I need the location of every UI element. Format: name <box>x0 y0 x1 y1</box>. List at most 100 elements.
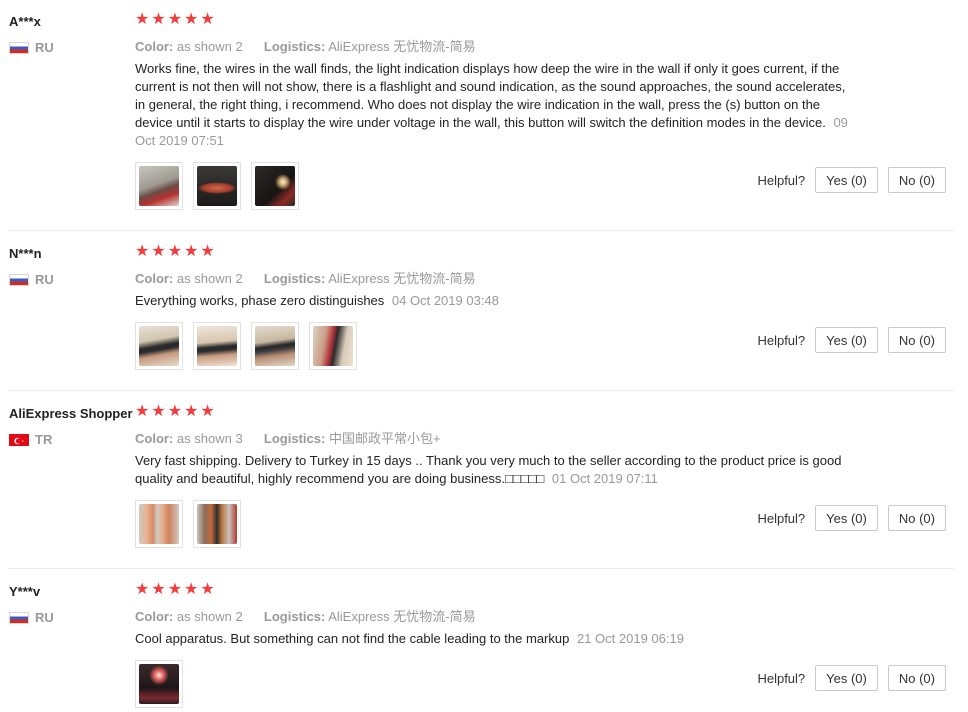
reviewer-country: RU <box>9 272 54 287</box>
star-icon: ★ <box>200 243 215 260</box>
review-divider <box>8 390 954 391</box>
star-icon: ★ <box>151 403 166 420</box>
star-icon: ★ <box>184 403 199 420</box>
review-date: 01 Oct 2019 07:11 <box>551 471 658 486</box>
order-info: Color: as shown 2 Logistics: AliExpress … <box>135 268 476 287</box>
color-value: as shown 3 <box>176 431 243 446</box>
logistics-value: AliExpress 无忧物流-简易 <box>328 609 476 624</box>
color-value: as shown 2 <box>176 271 243 286</box>
logistics-value: AliExpress 无忧物流-简易 <box>328 39 476 54</box>
review-item: Y***v RU ★ ★ ★ ★ ★ Color: as shown 2 Log… <box>0 582 968 712</box>
review-date: 04 Oct 2019 03:48 <box>391 293 499 308</box>
review-text: Works fine, the wires in the wall finds,… <box>135 61 846 130</box>
reviewer-country: RU <box>9 610 54 625</box>
logistics-value: AliExpress 无忧物流-简易 <box>328 271 476 286</box>
review-item: AliExpress Shopper TR ★ ★ ★ ★ ★ Color: a… <box>0 404 968 556</box>
review-item: N***n RU ★ ★ ★ ★ ★ Color: as shown 2 Log… <box>0 244 968 376</box>
star-icon: ★ <box>151 11 166 28</box>
reviewer-country: TR <box>9 432 52 447</box>
order-info: Color: as shown 2 Logistics: AliExpress … <box>135 606 476 625</box>
review-photo-thumbnail[interactable] <box>193 500 241 548</box>
review-photo-thumbnail[interactable] <box>135 660 183 708</box>
country-code: RU <box>35 272 54 287</box>
review-photo-thumbnail[interactable] <box>135 162 183 210</box>
color-label: Color: <box>135 39 174 54</box>
star-rating: ★ ★ ★ ★ ★ <box>135 244 215 260</box>
star-icon: ★ <box>151 243 166 260</box>
reviewer-country: RU <box>9 40 54 55</box>
review-date: 21 Oct 2019 06:19 <box>576 631 684 646</box>
star-icon: ★ <box>135 403 150 420</box>
review-text-block: Very fast shipping. Delivery to Turkey i… <box>135 452 850 488</box>
star-icon: ★ <box>135 581 150 598</box>
helpful-vote: Helpful? Yes (0) No (0) <box>757 327 946 353</box>
color-label: Color: <box>135 431 174 446</box>
star-icon: ★ <box>200 403 215 420</box>
helpful-label: Helpful? <box>757 332 806 348</box>
star-icon: ★ <box>151 581 166 598</box>
review-text: Everything works, phase zero distinguish… <box>135 293 385 308</box>
reviewer-name: N***n <box>9 246 42 261</box>
review-photo-thumbnail[interactable] <box>193 162 241 210</box>
review-text: Cool apparatus. But something can not fi… <box>135 631 570 646</box>
helpful-no-button[interactable]: No (0) <box>887 327 946 353</box>
review-photo-thumbnail[interactable] <box>251 322 299 370</box>
helpful-label: Helpful? <box>757 510 806 526</box>
helpful-vote: Helpful? Yes (0) No (0) <box>757 167 946 193</box>
helpful-yes-button[interactable]: Yes (0) <box>815 665 878 691</box>
reviewer-name: Y***v <box>9 584 41 599</box>
review-divider <box>8 230 954 231</box>
helpful-label: Helpful? <box>757 172 806 188</box>
review-photo-thumbnail[interactable] <box>251 162 299 210</box>
turkey-flag-icon <box>9 433 29 446</box>
star-icon: ★ <box>167 243 183 260</box>
helpful-no-button[interactable]: No (0) <box>887 665 946 691</box>
star-rating: ★ ★ ★ ★ ★ <box>135 582 215 598</box>
review-photo-thumbnail[interactable] <box>135 322 183 370</box>
star-rating: ★ ★ ★ ★ ★ <box>135 12 215 28</box>
star-icon: ★ <box>184 243 199 260</box>
star-icon: ★ <box>200 581 215 598</box>
review-photos <box>135 162 299 210</box>
helpful-yes-button[interactable]: Yes (0) <box>815 167 878 193</box>
review-photo-thumbnail[interactable] <box>135 500 183 548</box>
helpful-label: Helpful? <box>757 670 806 686</box>
color-value: as shown 2 <box>176 609 243 624</box>
star-icon: ★ <box>167 11 183 28</box>
logistics-value: 中国邮政平常小包+ <box>328 431 441 446</box>
russia-flag-icon <box>9 41 29 54</box>
logistics-label: Logistics: <box>263 39 326 54</box>
color-label: Color: <box>135 609 174 624</box>
review-photo-thumbnail[interactable] <box>309 322 357 370</box>
logistics-label: Logistics: <box>263 431 326 446</box>
star-rating: ★ ★ ★ ★ ★ <box>135 404 215 420</box>
country-code: RU <box>35 40 54 55</box>
russia-flag-icon <box>9 273 29 286</box>
reviewer-name: A***x <box>9 14 41 29</box>
review-text-block: Everything works, phase zero distinguish… <box>135 292 855 310</box>
helpful-yes-button[interactable]: Yes (0) <box>815 327 878 353</box>
star-icon: ★ <box>135 11 150 28</box>
country-code: RU <box>35 610 54 625</box>
color-label: Color: <box>135 271 174 286</box>
helpful-no-button[interactable]: No (0) <box>887 505 946 531</box>
review-text: Very fast shipping. Delivery to Turkey i… <box>135 453 842 486</box>
star-icon: ★ <box>184 11 199 28</box>
star-icon: ★ <box>200 11 215 28</box>
review-photos <box>135 322 357 370</box>
review-photo-thumbnail[interactable] <box>193 322 241 370</box>
order-info: Color: as shown 3 Logistics: 中国邮政平常小包+ <box>135 428 441 447</box>
star-icon: ★ <box>184 581 199 598</box>
review-photos <box>135 660 183 708</box>
helpful-vote: Helpful? Yes (0) No (0) <box>757 665 946 691</box>
helpful-no-button[interactable]: No (0) <box>887 167 946 193</box>
logistics-label: Logistics: <box>263 271 326 286</box>
reviewer-name: AliExpress Shopper <box>9 406 133 421</box>
color-value: as shown 2 <box>176 39 243 54</box>
helpful-yes-button[interactable]: Yes (0) <box>815 505 878 531</box>
review-photos <box>135 500 241 548</box>
country-code: TR <box>35 432 53 447</box>
review-item: A***x RU ★ ★ ★ ★ ★ Color: as shown 2 Log… <box>0 12 968 214</box>
star-icon: ★ <box>167 403 183 420</box>
order-info: Color: as shown 2 Logistics: AliExpress … <box>135 36 476 55</box>
